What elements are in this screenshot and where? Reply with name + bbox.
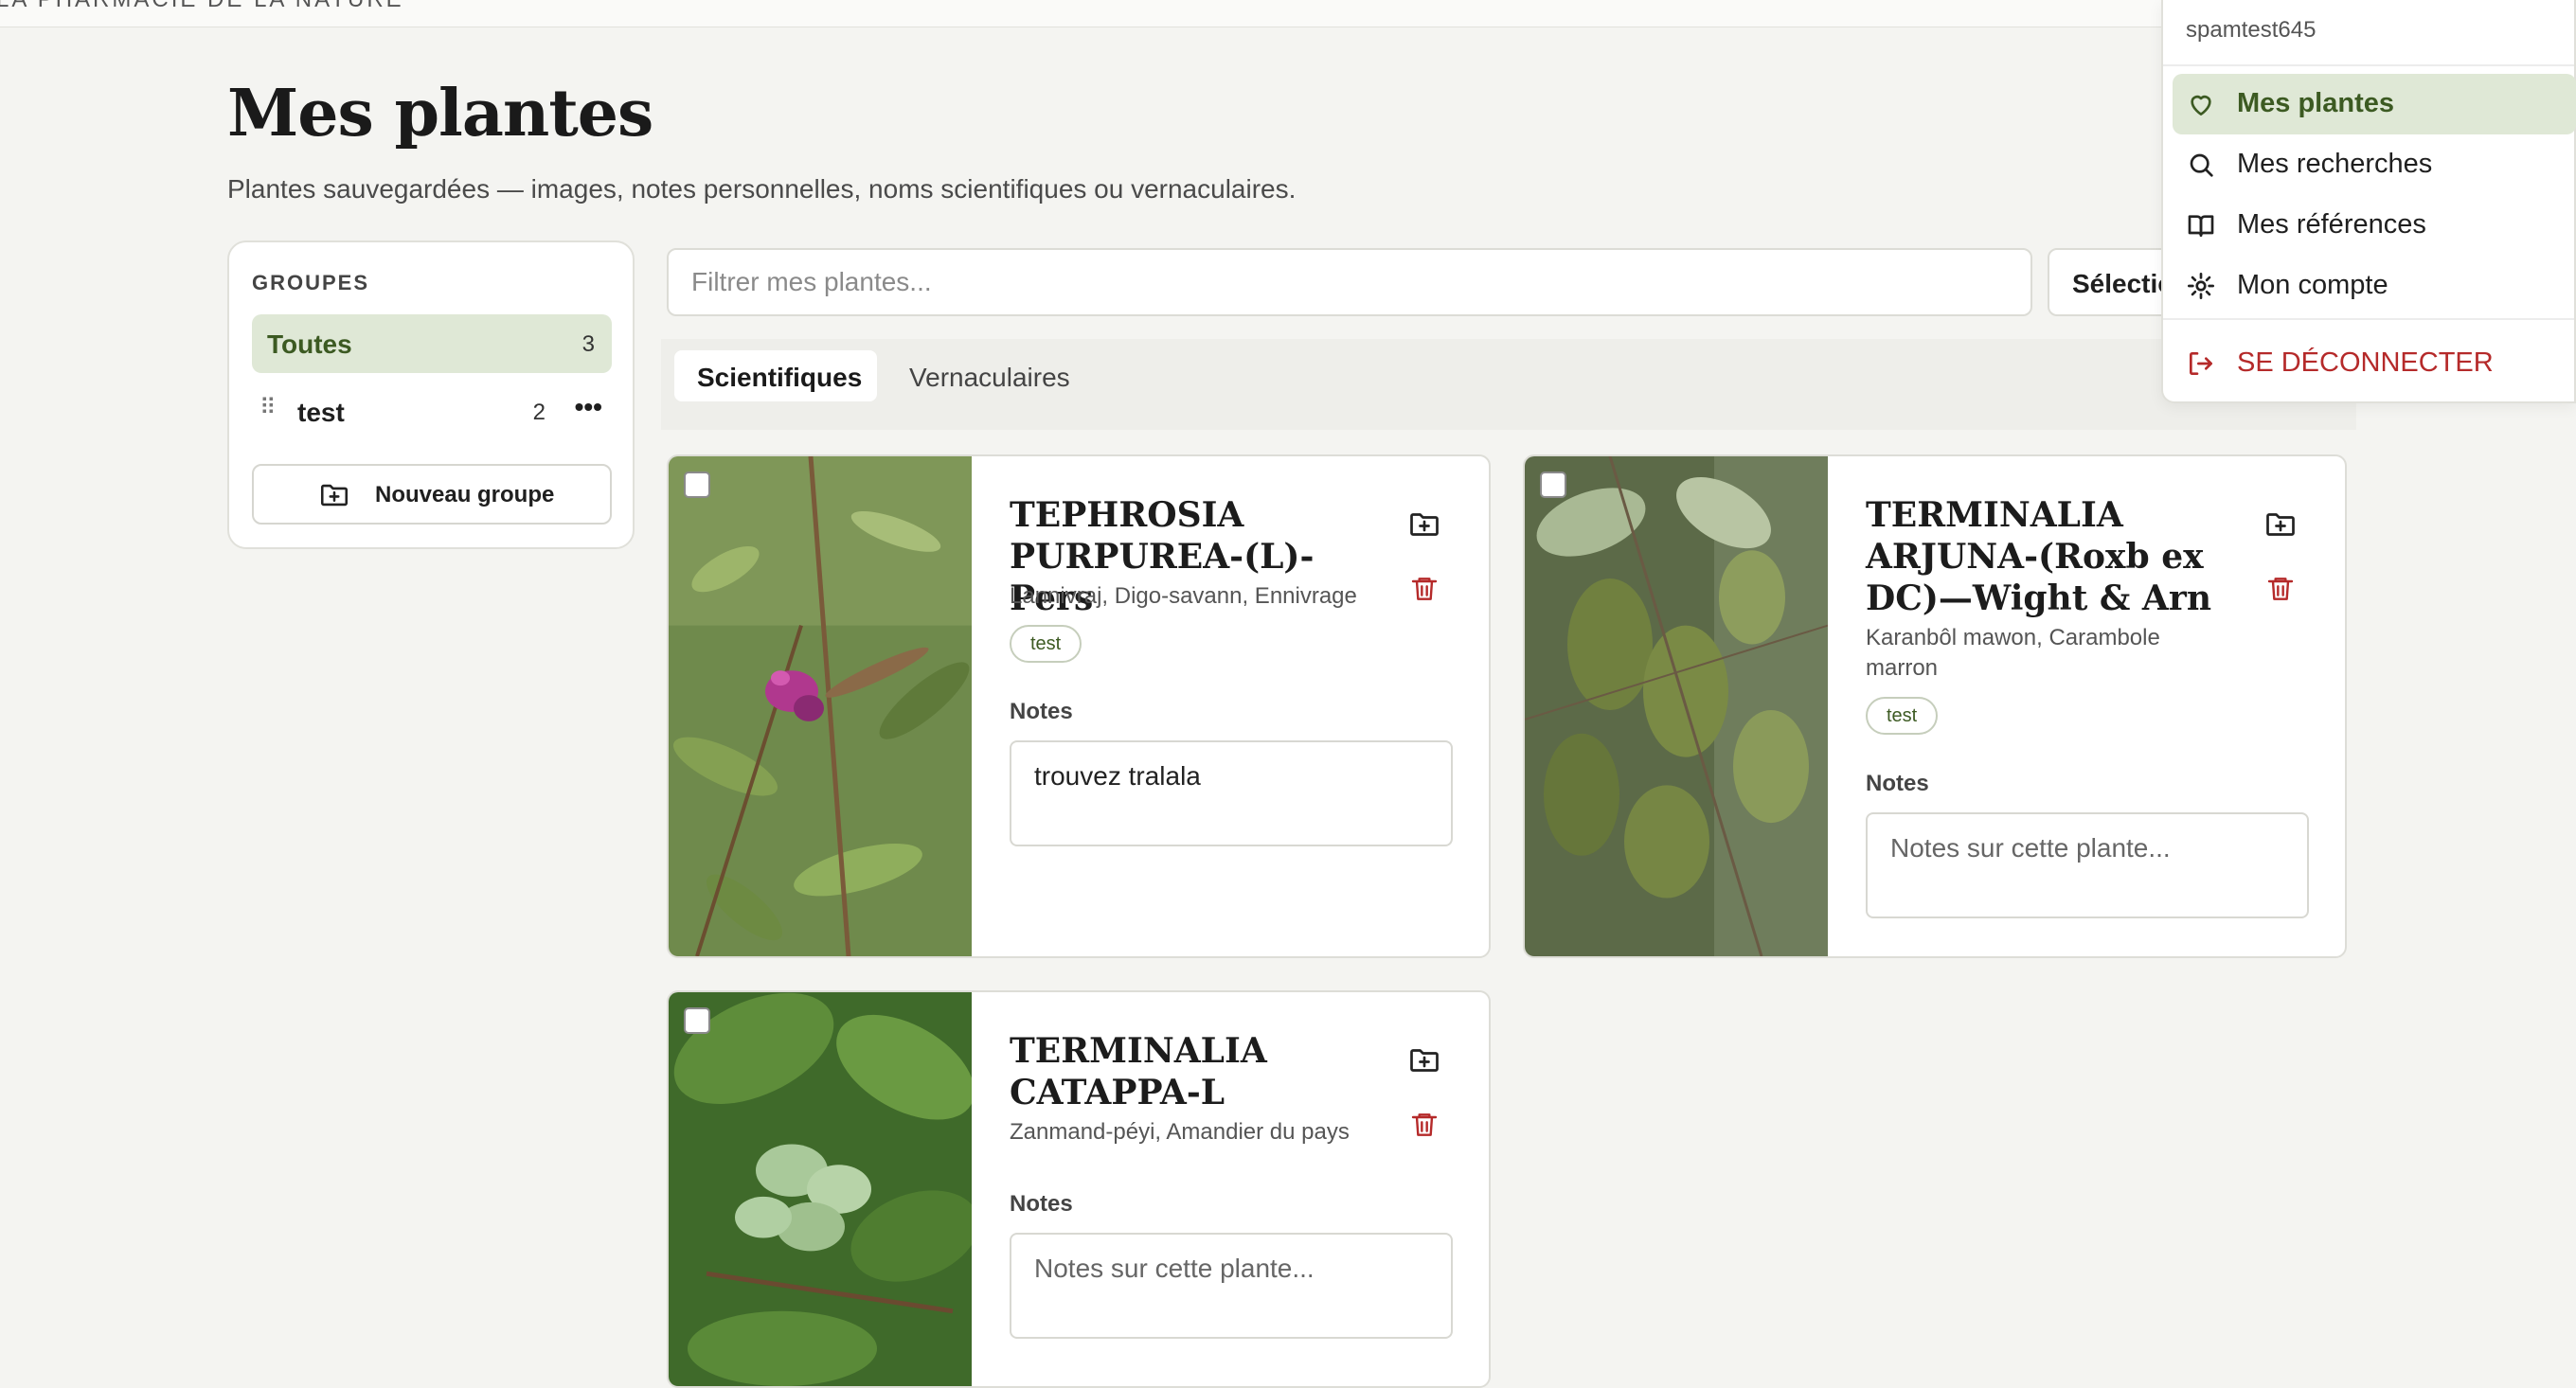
plant-card: TERMINALIA CATAPPA-L Zanmand-péyi, Amand… [667, 990, 1491, 1388]
group-tag: test [1010, 625, 1082, 663]
notes-label: Notes [1866, 771, 1929, 796]
tab-label: Scientifiques [697, 363, 863, 392]
notes-label: Notes [1010, 1191, 1073, 1217]
tab-scientifiques[interactable]: Scientifiques [674, 350, 877, 401]
menu-item-mes-recherches[interactable]: Mes recherches [2173, 134, 2576, 195]
add-to-group-icon[interactable] [1407, 1043, 1441, 1077]
logout-label: SE DÉCONNECTER [2237, 347, 2494, 378]
logout-icon [2190, 352, 2212, 375]
delete-icon[interactable] [2265, 572, 2296, 606]
folder-plus-icon [320, 484, 349, 507]
filter-input[interactable] [667, 248, 2032, 316]
menu-divider [2163, 318, 2574, 320]
group-item-all[interactable]: Toutes 3 [252, 314, 612, 373]
plant-vernacular-names: Zanmand-péyi, Amandier du pays [1010, 1119, 1350, 1145]
menu-divider [2163, 64, 2574, 66]
plant-vernacular-names: Karanbôl mawon, Carambole marron [1866, 625, 2160, 681]
more-options-icon[interactable]: ••• [575, 392, 602, 422]
add-to-group-icon[interactable] [1407, 507, 1441, 542]
group-tag: test [1866, 697, 1939, 735]
menu-item-label: Mes références [2237, 209, 2426, 240]
username: spamtest645 [2186, 17, 2317, 43]
gear-icon [2188, 273, 2214, 299]
name-type-tabs: Scientifiques Vernaculaires [661, 339, 2356, 430]
plant-vernacular-names: Lannivraj, Digo-savann, Ennivrage [1010, 583, 1357, 609]
plant-photo [669, 456, 972, 956]
notes-field[interactable] [1866, 812, 2309, 918]
add-to-group-icon[interactable] [2263, 507, 2298, 542]
page-title: Mes plantes [227, 76, 653, 151]
logout-button[interactable]: SE DÉCONNECTER [2173, 333, 2576, 394]
group-item-test[interactable]: ⠿ test 2 ••• [252, 383, 612, 441]
menu-item-label: Mon compte [2237, 270, 2388, 300]
page-subtitle: Plantes sauvegardées — images, notes per… [227, 174, 1297, 204]
delete-icon[interactable] [1409, 1108, 1440, 1142]
menu-item-mes-plantes[interactable]: Mes plantes [2173, 74, 2576, 134]
groups-panel: GROUPES Toutes 3 ⠿ test 2 ••• Nouveau gr… [227, 240, 635, 549]
drag-handle-icon[interactable]: ⠿ [259, 394, 277, 421]
notes-label: Notes [1010, 699, 1073, 724]
select-checkbox[interactable] [684, 472, 710, 498]
plant-scientific-name[interactable]: TERMINALIA ARJUNA-(Roxb ex DC)—Wight & A… [1866, 494, 2226, 619]
new-group-label: Nouveau groupe [375, 482, 555, 507]
select-checkbox[interactable] [684, 1007, 710, 1034]
menu-item-mon-compte[interactable]: Mon compte [2173, 256, 2576, 316]
notes-field[interactable]: trouvez tralala [1010, 740, 1453, 846]
delete-icon[interactable] [1409, 572, 1440, 606]
plant-card: TEPHROSIA PURPUREA-(L)-Pers Lannivraj, D… [667, 454, 1491, 958]
heart-icon [2191, 95, 2211, 116]
user-menu: spamtest645 Mes plantes Mes recherches M… [2161, 0, 2576, 403]
group-label: test [297, 398, 345, 427]
book-icon [2188, 215, 2214, 237]
search-icon [2190, 153, 2213, 177]
group-count: 2 [532, 400, 546, 425]
group-label: Toutes [267, 329, 352, 359]
select-checkbox[interactable] [1540, 472, 1566, 498]
tab-vernaculaires[interactable]: Vernaculaires [886, 350, 1095, 401]
plant-card: TERMINALIA ARJUNA-(Roxb ex DC)—Wight & A… [1523, 454, 2347, 958]
plant-scientific-name[interactable]: TERMINALIA CATAPPA-L [1010, 1030, 1369, 1113]
plant-photo [1525, 456, 1828, 956]
menu-item-label: Mes recherches [2237, 149, 2433, 179]
menu-item-mes-references[interactable]: Mes références [2173, 195, 2576, 256]
group-count: 3 [581, 331, 595, 357]
plant-photo [669, 992, 972, 1386]
menu-item-label: Mes plantes [2237, 88, 2394, 118]
notes-field[interactable] [1010, 1233, 1453, 1339]
tab-label: Vernaculaires [909, 363, 1070, 392]
brand-name[interactable]: LA PHARMACIE DE LA NATURE [0, 0, 404, 13]
groups-heading: GROUPES [252, 271, 370, 294]
new-group-button[interactable]: Nouveau groupe [252, 464, 612, 525]
